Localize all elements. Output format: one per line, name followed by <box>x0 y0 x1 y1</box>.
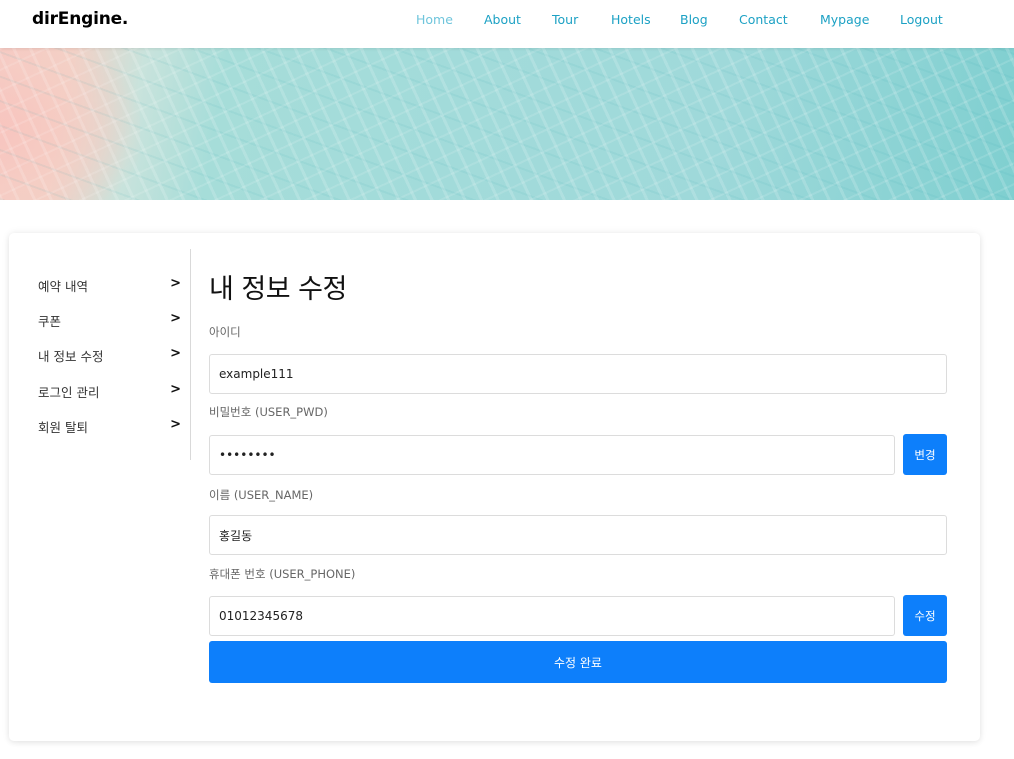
mypage-card: 예약 내역 > 쿠폰 > 내 정보 수정 > 로그인 관리 > 회원 탈퇴 > … <box>9 233 980 741</box>
name-label: 이름 (USER_NAME) <box>209 488 314 502</box>
sidebar-item-reservations[interactable]: 예약 내역 > <box>38 276 181 298</box>
sidebar-item-coupons[interactable]: 쿠폰 > <box>38 311 181 333</box>
chevron-right-icon: > <box>170 276 181 291</box>
nav-link-hotels[interactable]: Hotels <box>611 12 651 27</box>
hero-water-texture <box>0 48 1014 200</box>
nav-link-about[interactable]: About <box>484 12 521 27</box>
nav-link-tour[interactable]: Tour <box>552 12 578 27</box>
chevron-right-icon: > <box>170 311 181 326</box>
sidebar-item-label: 내 정보 수정 <box>38 349 104 364</box>
hero-banner <box>0 48 1014 200</box>
sidebar-item-login-management[interactable]: 로그인 관리 > <box>38 382 181 404</box>
change-password-button[interactable]: 변경 <box>903 434 947 475</box>
nav-link-mypage[interactable]: Mypage <box>820 12 869 27</box>
id-label: 아이디 <box>209 325 241 339</box>
sidebar-item-label: 예약 내역 <box>38 279 88 294</box>
sidebar-item-edit-profile[interactable]: 내 정보 수정 > <box>38 346 181 368</box>
chevron-right-icon: > <box>170 382 181 397</box>
phone-label: 휴대폰 번호 (USER_PHONE) <box>209 567 356 581</box>
password-label: 비밀번호 (USER_PWD) <box>209 405 328 419</box>
sidebar-item-label: 로그인 관리 <box>38 385 100 400</box>
nav-link-contact[interactable]: Contact <box>739 12 788 27</box>
top-navbar: dirEngine. Home About Tour Hotels Blog C… <box>0 0 1014 48</box>
submit-button[interactable]: 수정 완료 <box>209 641 947 683</box>
sidebar-item-withdraw[interactable]: 회원 탈퇴 > <box>38 417 181 439</box>
name-input[interactable] <box>209 515 947 555</box>
nav-link-logout[interactable]: Logout <box>900 12 943 27</box>
chevron-right-icon: > <box>170 417 181 432</box>
chevron-right-icon: > <box>170 346 181 361</box>
sidebar-item-label: 쿠폰 <box>38 314 62 329</box>
mypage-sidebar: 예약 내역 > 쿠폰 > 내 정보 수정 > 로그인 관리 > 회원 탈퇴 > <box>9 249 191 460</box>
id-input[interactable] <box>209 354 947 394</box>
page-title: 내 정보 수정 <box>209 274 347 305</box>
nav-link-home[interactable]: Home <box>416 12 453 27</box>
brand-logo[interactable]: dirEngine. <box>32 9 128 29</box>
edit-phone-button[interactable]: 수정 <box>903 595 947 636</box>
phone-input[interactable] <box>209 596 895 636</box>
password-input[interactable] <box>209 435 895 475</box>
sidebar-item-label: 회원 탈퇴 <box>38 420 88 435</box>
nav-link-blog[interactable]: Blog <box>680 12 708 27</box>
